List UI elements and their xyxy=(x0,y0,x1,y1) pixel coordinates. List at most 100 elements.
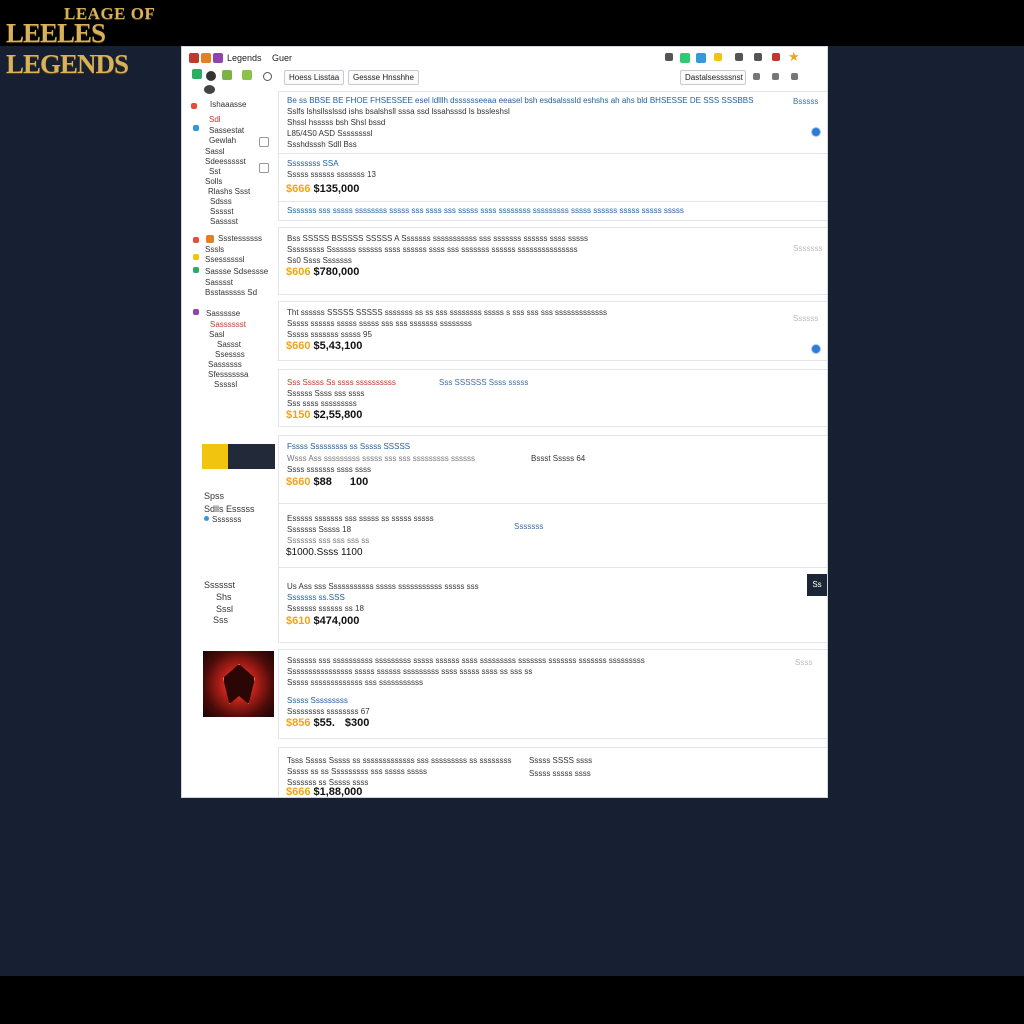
price-tag: $606 xyxy=(286,266,311,278)
listing-meta[interactable]: Ssssss xyxy=(793,314,818,323)
sidebar-item[interactable]: Bsstasssss Sd xyxy=(205,288,257,297)
sidebar-dot-icon xyxy=(204,516,209,521)
sort-dropdown[interactable]: Dastalsessssnst xyxy=(680,70,746,85)
listing-title[interactable]: Sss Sssss Ss ssss ssssssssss xyxy=(287,378,396,387)
listing-title[interactable]: Be ss BBSE BE FHOE FHSESSEE esel ldlllh … xyxy=(287,96,753,105)
sidebar-item[interactable]: Gewlah xyxy=(209,136,236,145)
search-icon[interactable] xyxy=(263,72,272,81)
sidebar-item[interactable]: Ssessss xyxy=(215,350,245,359)
listing-meta[interactable]: Sssssss xyxy=(514,522,543,531)
promo-banner[interactable] xyxy=(202,444,275,469)
pin-icon[interactable] xyxy=(665,53,673,61)
flag-icon[interactable] xyxy=(696,53,706,63)
sidebar-item[interactable]: Sassst xyxy=(217,340,241,349)
expand-icon[interactable] xyxy=(259,137,269,147)
listing-meta: Bssst Sssss 64 xyxy=(531,454,586,463)
sidebar-item[interactable]: Sdsss xyxy=(210,197,232,206)
listing-title[interactable]: Sssssss sss sssss ssssssss sssss sss sss… xyxy=(287,206,684,215)
app-icon[interactable] xyxy=(189,53,199,63)
listing-price: $1000.Ssss 1100 xyxy=(286,547,363,558)
listing-title[interactable]: Tsss Sssss Sssss ss sssssssssssss sss ss… xyxy=(287,756,511,765)
listing-meta[interactable]: Bsssss xyxy=(793,97,818,106)
listing-text[interactable]: Sssss Sssssssss xyxy=(287,696,348,705)
close-icon[interactable] xyxy=(772,53,780,61)
listing-text: Sssssss ssssss ss 18 xyxy=(287,604,364,613)
listing-card[interactable]: Fssss Sssssssss ss Sssss SSSSS Wsss Ass … xyxy=(278,435,827,505)
badge-icon[interactable] xyxy=(714,53,722,61)
list-view-icon[interactable] xyxy=(772,73,779,80)
listing-title[interactable]: Sssssss sss ssssssssss sssssssss sssss s… xyxy=(287,656,645,665)
sidebar-item[interactable]: Ishaaasse xyxy=(210,100,246,109)
primary-filter-button[interactable]: Hoess Lisstaa xyxy=(284,70,345,85)
sidebar-item[interactable]: Sdlls Esssss xyxy=(204,504,255,514)
share-icon[interactable] xyxy=(735,53,743,61)
champion-portrait[interactable] xyxy=(203,651,274,717)
listing-meta: Sssss SSSS ssss xyxy=(529,756,593,765)
tab-icon[interactable] xyxy=(213,53,223,63)
sidebar-item[interactable]: Sssssl xyxy=(214,380,237,389)
info-icon[interactable] xyxy=(811,127,821,137)
info-icon[interactable] xyxy=(811,344,821,354)
listing-text: Sssssss sss sss sss ss xyxy=(287,536,370,545)
listing-card[interactable]: Bss SSSSS BSSSSS SSSSS A Sssssss sssssss… xyxy=(278,227,827,295)
favorite-icon[interactable] xyxy=(201,53,211,63)
listing-meta[interactable]: Sss SSSSSS Ssss sssss xyxy=(439,378,528,387)
sidebar-item[interactable]: Sassl xyxy=(205,147,225,156)
sidebar-item[interactable]: Sassse Sdsessse xyxy=(205,267,268,276)
listing-card[interactable]: Tht ssssss SSSSS SSSSS sssssss ss ss sss… xyxy=(278,301,827,361)
fire-icon xyxy=(206,235,214,243)
listing-card[interactable]: Tsss Sssss Sssss ss sssssssssssss sss ss… xyxy=(278,747,827,797)
sidebar-item[interactable]: Sasssst xyxy=(210,217,238,226)
sidebar-item[interactable]: Solls xyxy=(205,177,222,186)
listing-card[interactable]: Sssssss sss sssss ssssssss sssss sss sss… xyxy=(278,201,827,221)
secondary-filter-button[interactable]: Gessse Hnsshhe xyxy=(348,70,419,85)
listing-title[interactable]: Esssss sssssss sss sssss ss sssss sssss xyxy=(287,514,434,523)
sidebar-item[interactable]: Sssssss xyxy=(212,515,241,524)
settings-icon[interactable] xyxy=(791,73,798,80)
sidebar-item[interactable]: Sassssss xyxy=(208,360,242,369)
listing-card[interactable]: Sssssss sss ssssssssss sssssssss sssss s… xyxy=(278,649,827,739)
grid-view-icon[interactable] xyxy=(753,73,760,80)
sidebar-item[interactable]: Sasssssst xyxy=(210,320,246,329)
listing-card[interactable]: Us Ass sss Sssssssssss sssss sssssssssss… xyxy=(278,567,827,643)
sidebar-item[interactable]: Sst xyxy=(209,167,221,176)
listing-meta[interactable]: Sssssss xyxy=(793,244,822,253)
green-tag-icon[interactable] xyxy=(222,70,232,80)
star-icon[interactable]: ★ xyxy=(788,49,800,65)
sidebar-item[interactable]: Ssessssssl xyxy=(205,255,245,264)
sidebar-item[interactable]: Ssstessssss xyxy=(218,234,262,243)
user-icon[interactable] xyxy=(206,71,216,81)
listing-card[interactable]: Ssssssss SSA Sssss ssssss sssssss 13 $66… xyxy=(278,153,827,203)
listing-title[interactable]: Bss SSSSS BSSSSS SSSSS A Sssssss sssssss… xyxy=(287,234,588,243)
listing-meta[interactable]: Ssss xyxy=(795,658,812,667)
listing-title[interactable]: Us Ass sss Sssssssssss sssss sssssssssss… xyxy=(287,582,479,591)
listing-price: $606 $780,000 xyxy=(286,266,359,278)
listing-card[interactable]: Esssss sssssss sss sssss ss sssss sssss … xyxy=(278,503,827,569)
expand-icon[interactable] xyxy=(259,163,269,173)
sidebar-item[interactable]: Sssl xyxy=(216,604,233,614)
sidebar-item[interactable]: Sss xyxy=(213,615,228,625)
listing-title[interactable]: Fssss Sssssssss ss Sssss SSSSS xyxy=(287,442,410,451)
plant-icon[interactable] xyxy=(242,70,252,80)
listing-title[interactable]: Ssssssss SSA xyxy=(287,159,339,168)
listing-card[interactable]: Be ss BBSE BE FHOE FHSESSEE esel ldlllh … xyxy=(278,91,827,155)
menu-icon[interactable] xyxy=(754,53,762,61)
sidebar-item[interactable]: Sssls xyxy=(205,245,224,254)
listing-price: $610 $474,000 xyxy=(286,615,359,627)
sidebar-heading: Sssssst xyxy=(204,580,236,590)
sidebar-item[interactable]: Sasssst xyxy=(205,278,233,287)
sidebar-item[interactable]: Ssssst xyxy=(210,207,234,216)
sidebar-item[interactable]: Sasl xyxy=(209,330,225,339)
extension-icon[interactable] xyxy=(680,53,690,63)
sidebar-item[interactable]: Sfessssssa xyxy=(208,370,248,379)
sidebar-item[interactable]: Sdl xyxy=(209,115,221,124)
sidebar-item[interactable]: Sassssse xyxy=(206,309,240,318)
listing-card[interactable]: Sss Sssss Ss ssss ssssssssss Sss SSSSSS … xyxy=(278,369,827,427)
sidebar-item[interactable]: Shs xyxy=(216,592,232,602)
leaf-icon[interactable] xyxy=(192,69,202,79)
sidebar-item[interactable]: Rlashs Ssst xyxy=(208,187,250,196)
side-tab-button[interactable]: Ss xyxy=(807,574,827,596)
sidebar-item[interactable]: Sdeessssst xyxy=(205,157,246,166)
sidebar-item[interactable]: Sassestat xyxy=(209,126,244,135)
listing-title[interactable]: Tht ssssss SSSSS SSSSS sssssss ss ss sss… xyxy=(287,308,607,317)
